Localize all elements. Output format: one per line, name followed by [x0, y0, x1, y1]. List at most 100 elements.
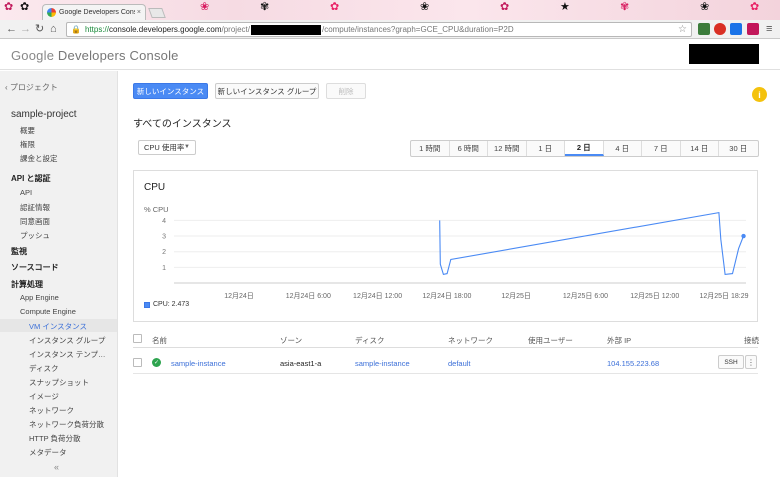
sidebar-item-credentials[interactable]: 認証情報: [20, 202, 50, 213]
adblock-extension-icon[interactable]: [714, 23, 726, 35]
sidebar-item-metadata[interactable]: メタデータ: [29, 447, 67, 458]
browser-menu-icon[interactable]: ≡: [766, 23, 772, 35]
sidebar-heading-api[interactable]: API と認証: [11, 173, 51, 184]
collapse-sidebar-icon[interactable]: «: [54, 462, 59, 472]
address-bar[interactable]: 🔒 https:// console.developers.google.com…: [66, 22, 692, 37]
chart-x-tick-label: 12月24日 12:00: [353, 292, 402, 300]
instance-disk-link[interactable]: sample-instance: [355, 359, 410, 368]
sidebar-item-images[interactable]: イメージ: [29, 391, 59, 402]
instance-name-link[interactable]: sample-instance: [171, 359, 226, 368]
chart-x-tick-label: 12月25日 6:00: [563, 292, 608, 300]
forward-arrow-icon[interactable]: →: [20, 23, 31, 35]
browser-tab[interactable]: Google Developers Conso ×: [42, 4, 146, 20]
sidebar-item-compute-engine[interactable]: Compute Engine: [20, 307, 76, 316]
chart-x-tick-label: 12月25日 12:00: [630, 292, 679, 300]
cpu-chart-card: CPU % CPU 1 2 3 4 12月24日 12月24日 6:00 12月24日 12…: [133, 170, 758, 322]
select-all-checkbox[interactable]: [133, 334, 142, 343]
chart-legend[interactable]: CPU: 2.473: [144, 301, 189, 308]
url-path-prefix: /project/: [221, 25, 250, 34]
chart-y-tick-label: 3: [162, 234, 166, 241]
account-menu-redacted[interactable]: [689, 44, 759, 64]
chart-x-tick-label: 12月24日 18:00: [422, 292, 471, 300]
chart-x-tick-label: 12月24日: [224, 292, 254, 300]
sidebar-item-instance-templates[interactable]: インスタンス テンプ…: [29, 349, 106, 360]
info-icon[interactable]: i: [752, 87, 767, 102]
column-header-connect: 接続: [744, 336, 759, 345]
sidebar-heading-source[interactable]: ソースコード: [11, 262, 59, 273]
time-range-5[interactable]: 4 日: [604, 141, 642, 156]
sidebar-item-instance-groups[interactable]: インスタンス グループ: [29, 335, 105, 346]
sidebar-item-snapshots[interactable]: スナップショット: [29, 377, 89, 388]
chart-y-tick-label: 1: [162, 265, 166, 272]
flower-decoration-icon: ❀: [700, 1, 710, 13]
sidebar-item-push[interactable]: プッシュ: [20, 230, 50, 241]
project-name[interactable]: sample-project: [11, 109, 77, 120]
column-header-name[interactable]: 名前: [152, 335, 167, 346]
column-header-zone[interactable]: ゾーン: [280, 335, 302, 346]
status-ok-icon: ✓: [152, 358, 161, 367]
extension-icon[interactable]: [698, 23, 710, 35]
chart-x-tick-label: 12月25日 18:29: [699, 292, 748, 300]
sidebar-item-overview[interactable]: 概要: [20, 125, 35, 136]
url-scheme: https://: [84, 25, 109, 34]
cpu-series-line: [439, 211, 745, 276]
lock-icon: 🔒: [71, 25, 81, 34]
sidebar-heading-compute[interactable]: 計算処理: [11, 279, 43, 290]
time-range-2[interactable]: 12 時間: [488, 141, 527, 156]
flower-decoration-icon: ✿: [20, 1, 30, 13]
new-instance-button[interactable]: 新しいインスタンス: [133, 83, 208, 99]
delete-button: 削除: [326, 83, 366, 99]
sidebar-item-networks[interactable]: ネットワーク: [29, 405, 74, 416]
row-checkbox[interactable]: [133, 358, 142, 367]
instance-external-ip-link[interactable]: 104.155.223.68: [607, 359, 659, 368]
browser-tabstrip: ✿ ✿ ❀ ✾ ✿ ❀ ✿ ★ ✾ ❀ ✿ Google Developers …: [0, 0, 780, 20]
bookmark-star-icon[interactable]: ☆: [678, 24, 687, 35]
tab-close-icon[interactable]: ×: [137, 9, 141, 16]
table-row[interactable]: ✓ sample-instance asia-east1-a sample-in…: [133, 352, 758, 374]
time-range-6[interactable]: 7 日: [642, 141, 681, 156]
time-range-1[interactable]: 6 時間: [450, 141, 488, 156]
time-range-7[interactable]: 14 日: [681, 141, 719, 156]
star-decoration-icon: ★: [560, 1, 570, 13]
column-header-external-ip[interactable]: 外部 IP: [607, 335, 631, 346]
sidebar-item-billing[interactable]: 課金と設定: [20, 153, 58, 164]
sidebar-item-http-lb[interactable]: HTTP 負荷分散: [29, 433, 81, 444]
metric-select-value: CPU 使用率: [144, 143, 185, 152]
time-range-4[interactable]: 2 日: [565, 141, 604, 156]
reload-icon[interactable]: ↻: [35, 23, 44, 35]
sidebar: ‹ プロジェクト sample-project 概要 権限 課金と設定 API …: [0, 71, 118, 477]
time-range-8[interactable]: 30 日: [719, 141, 758, 156]
column-header-network[interactable]: ネットワーク: [448, 335, 493, 346]
sidebar-heading-monitoring[interactable]: 監視: [11, 246, 27, 257]
sidebar-item-vm-instances[interactable]: VM インスタンス: [29, 321, 87, 332]
sidebar-item-disks[interactable]: ディスク: [29, 363, 58, 374]
mail-extension-icon[interactable]: [730, 23, 742, 35]
tab-title: Google Developers Conso: [59, 9, 135, 16]
chevron-down-icon: ▼: [184, 144, 190, 150]
redacted-project-id: [250, 24, 321, 35]
time-range-0[interactable]: 1 時間: [411, 141, 450, 156]
sidebar-item-app-engine[interactable]: App Engine: [20, 293, 59, 302]
extension-icon[interactable]: [747, 23, 759, 35]
metric-select[interactable]: CPU 使用率 ▼: [138, 140, 196, 155]
home-icon[interactable]: ⌂: [50, 23, 57, 35]
back-arrow-icon[interactable]: ←: [6, 23, 17, 35]
sidebar-item-consent[interactable]: 同意画面: [20, 216, 50, 227]
more-options-icon[interactable]: ⋮: [745, 355, 757, 369]
new-tab-button[interactable]: [148, 8, 166, 18]
sidebar-item-api[interactable]: API: [20, 188, 32, 197]
flower-decoration-icon: ❀: [420, 1, 430, 13]
flower-decoration-icon: ✾: [260, 1, 270, 13]
column-header-disk[interactable]: ディスク: [355, 335, 384, 346]
time-range-3[interactable]: 1 日: [527, 141, 565, 156]
ssh-button[interactable]: SSH: [718, 355, 744, 369]
sidebar-item-network-lb[interactable]: ネットワーク負荷分散: [29, 419, 104, 430]
sidebar-item-permissions[interactable]: 権限: [20, 139, 35, 150]
new-instance-group-button[interactable]: 新しいインスタンス グループ: [215, 83, 319, 99]
console-logo[interactable]: Google Developers Console: [11, 48, 179, 63]
legend-label: CPU: 2.473: [153, 301, 190, 308]
instance-network-link[interactable]: default: [448, 359, 471, 368]
flower-decoration-icon: ❀: [200, 1, 210, 13]
back-to-projects-link[interactable]: ‹ プロジェクト: [5, 82, 58, 93]
column-header-user[interactable]: 使用ユーザー: [528, 335, 573, 346]
